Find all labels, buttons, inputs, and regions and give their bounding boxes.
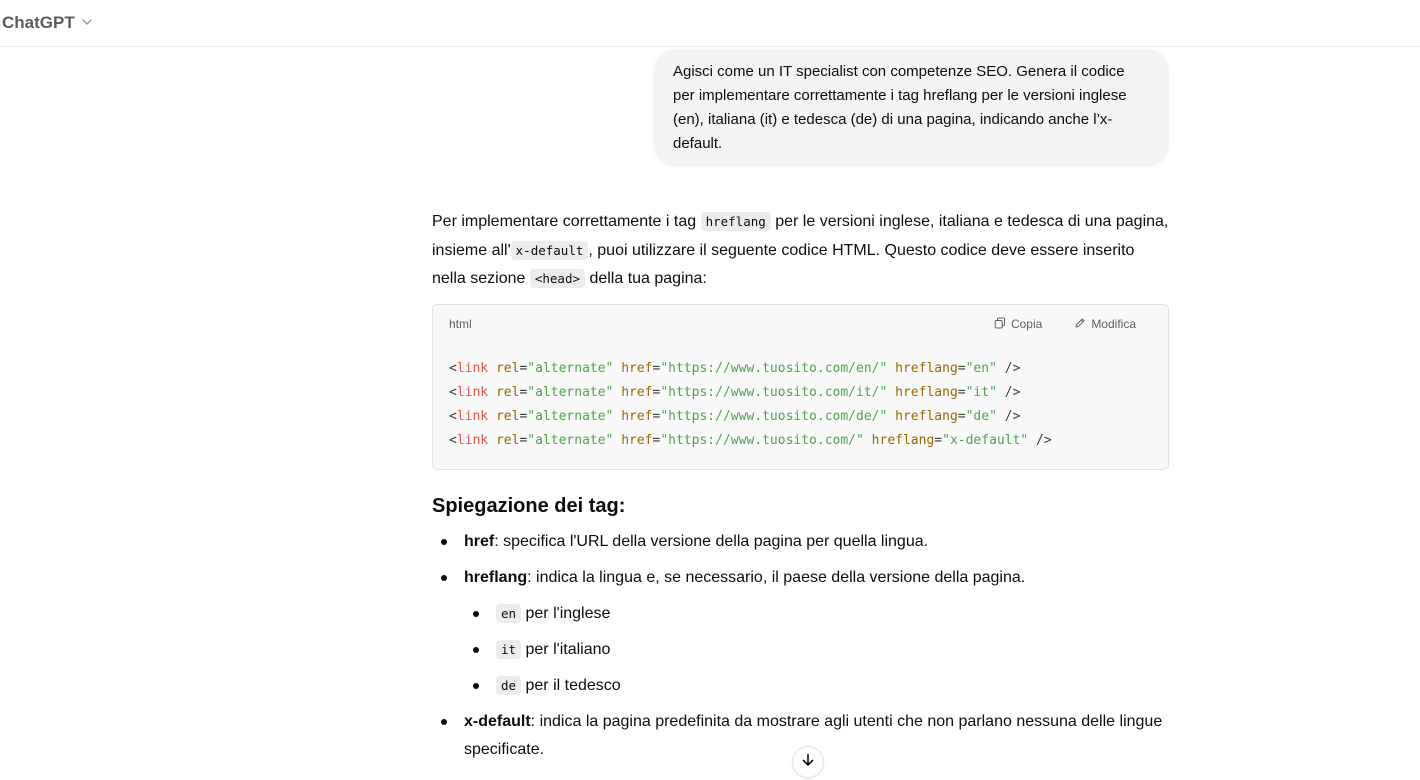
code-block: html Copia Modifica <link rel="alternate… xyxy=(432,304,1169,471)
assistant-message: Per implementare correttamente i tag hre… xyxy=(432,208,1169,772)
code-punct: /> xyxy=(1036,433,1052,449)
code-attr: rel xyxy=(495,385,520,401)
code-punct: < xyxy=(449,385,457,401)
code-punct: = xyxy=(957,361,966,377)
code-string: "alternate" xyxy=(527,409,614,425)
language-list: en per l'inglese it per l'italiano de pe… xyxy=(464,600,1169,700)
user-message-text: Agisci come un IT specialist con compete… xyxy=(673,63,1127,152)
copy-label: Copia xyxy=(1010,317,1043,332)
code-string: "alternate" xyxy=(527,433,614,449)
code-attr: hreflang xyxy=(895,385,958,401)
top-bar: ChatGPT xyxy=(0,0,1420,47)
code-attr: href xyxy=(621,433,653,449)
inline-code-head: <head> xyxy=(529,269,585,289)
inline-code-en: en xyxy=(496,604,522,624)
pencil-icon xyxy=(1074,317,1086,332)
code-language-label: html xyxy=(449,317,472,332)
list-item: it per l'italiano xyxy=(464,636,1169,664)
code-line: <link rel="alternate" href="https://www.… xyxy=(449,385,1020,400)
code-punct: < xyxy=(449,361,457,377)
code-string: "alternate" xyxy=(527,385,614,401)
code-attr: hreflang xyxy=(871,433,935,449)
code-punct: /> xyxy=(1004,361,1021,377)
model-selector[interactable]: ChatGPT xyxy=(2,13,93,33)
code-tag: link xyxy=(456,409,489,425)
code-string: "en" xyxy=(965,361,997,377)
chevron-down-icon xyxy=(81,13,93,33)
code-line: <link rel="alternate" href="https://www.… xyxy=(449,361,1020,376)
desc-href: : specifica l'URL della versione della p… xyxy=(494,533,929,551)
inline-code-hreflang: hreflang xyxy=(700,212,771,231)
code-tag: link xyxy=(456,361,489,377)
inline-code-x-default: x-default xyxy=(510,240,589,260)
code-attr: rel xyxy=(495,409,520,425)
code-attr: hreflang xyxy=(895,409,958,425)
code-attr: href xyxy=(621,361,653,377)
code-attr: href xyxy=(621,409,653,425)
code-string: "https://www.tuosito.com/" xyxy=(660,433,864,449)
code-punct: < xyxy=(449,409,457,425)
list-item: de per il tedesco xyxy=(464,672,1169,700)
term-x-default: x-default xyxy=(464,713,531,731)
code-punct: /> xyxy=(1004,385,1021,401)
code-string: "https://www.tuosito.com/en/" xyxy=(660,361,888,377)
sub-text: per il tedesco xyxy=(521,677,621,695)
copy-icon xyxy=(994,317,1006,332)
edit-button[interactable]: Modifica xyxy=(1074,317,1136,332)
desc-hreflang: : indica la lingua e, se necessario, il … xyxy=(527,569,1026,587)
code-tag: link xyxy=(456,385,489,401)
code-string: "https://www.tuosito.com/de/" xyxy=(660,409,888,425)
user-message: Agisci come un IT specialist con compete… xyxy=(653,49,1169,167)
code-punct: < xyxy=(449,433,457,449)
code-tag: link xyxy=(456,433,489,449)
code-punct: = xyxy=(934,433,943,449)
code-content: <link rel="alternate" href="https://www.… xyxy=(433,343,1168,453)
code-attr: hreflang xyxy=(895,361,958,377)
code-string: "de" xyxy=(965,409,997,425)
list-item: en per l'inglese xyxy=(464,600,1169,628)
section-title: Spiegazione dei tag: xyxy=(432,495,626,518)
code-punct: /> xyxy=(1004,409,1021,425)
edit-label: Modifica xyxy=(1091,317,1136,332)
code-attr: rel xyxy=(495,433,520,449)
code-line: <link rel="alternate" href="https://www.… xyxy=(449,433,1052,448)
model-label: ChatGPT xyxy=(2,13,75,32)
inline-code-de: de xyxy=(496,676,522,696)
term-href: href xyxy=(464,533,495,551)
code-string: "alternate" xyxy=(527,361,614,377)
arrow-down-icon xyxy=(800,752,816,773)
code-block-header: html Copia Modifica xyxy=(433,305,1168,343)
list-item-hreflang: hreflang: indica la lingua e, se necessa… xyxy=(432,564,1169,700)
code-string: "https://www.tuosito.com/it/" xyxy=(660,385,888,401)
list-item-href: href: specifica l'URL della versione del… xyxy=(432,528,1169,556)
sub-text: per l'inglese xyxy=(521,605,611,623)
code-punct: = xyxy=(957,409,966,425)
code-line: <link rel="alternate" href="https://www.… xyxy=(449,409,1020,424)
term-hreflang: hreflang xyxy=(464,569,528,587)
scroll-down-button[interactable] xyxy=(792,746,824,778)
code-string: "it" xyxy=(965,385,997,401)
code-punct: = xyxy=(957,385,966,401)
inline-code-it: it xyxy=(496,640,522,660)
intro-text-4: della tua pagina: xyxy=(585,270,707,288)
intro-paragraph: Per implementare correttamente i tag hre… xyxy=(432,208,1169,294)
explanation-list: href: specifica l'URL della versione del… xyxy=(432,528,1169,764)
intro-text-1: Per implementare correttamente i tag xyxy=(432,213,701,230)
code-attr: rel xyxy=(495,361,520,377)
code-string: "x-default" xyxy=(942,433,1029,449)
code-attr: href xyxy=(621,385,653,401)
copy-button[interactable]: Copia xyxy=(994,317,1042,332)
sub-text: per l'italiano xyxy=(521,641,611,659)
